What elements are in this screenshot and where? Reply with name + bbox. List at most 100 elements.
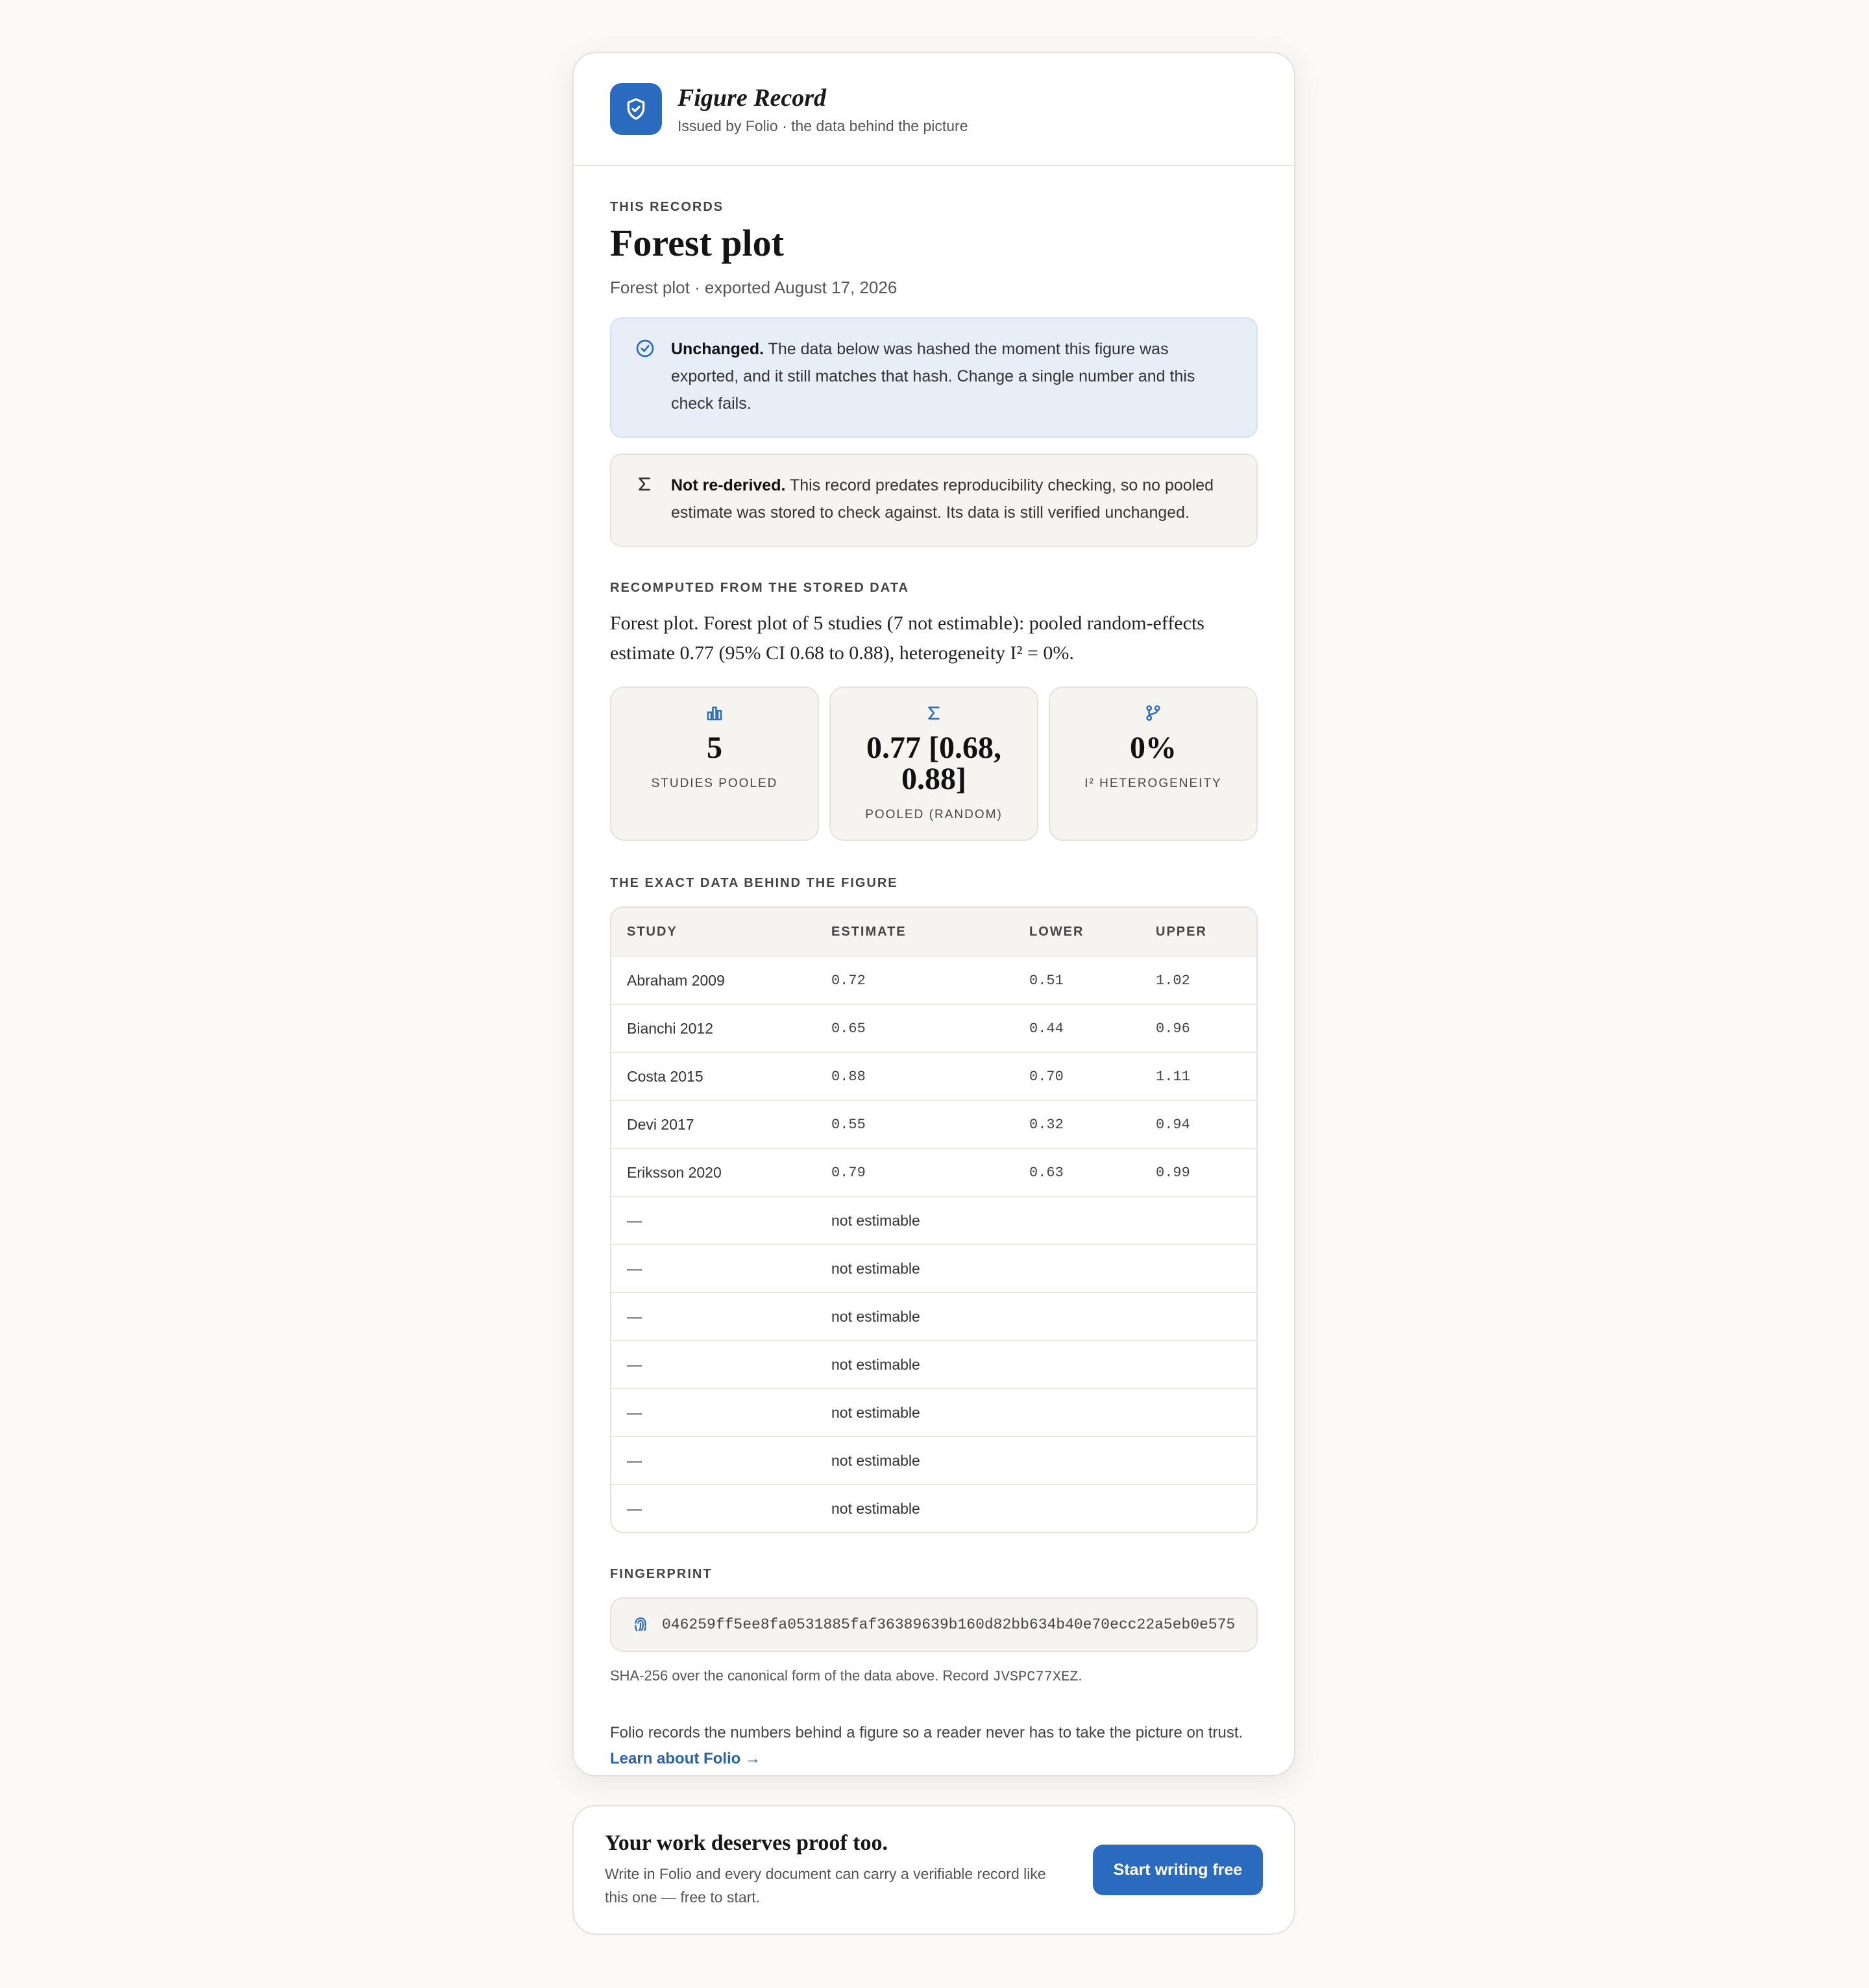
record-meta: Forest plot · exported August 17, 2026 (610, 278, 898, 297)
learn-about-folio-link[interactable]: Learn about Folio → (610, 1750, 761, 1767)
stats-row: 5 STUDIES POOLED 0.77 [0.68, 0.88] POOLE… (610, 686, 1258, 841)
cell-upper: 1.11 (1140, 1052, 1256, 1100)
cell-upper (1140, 1292, 1256, 1340)
page: Figure Record Issued by Folio · the data… (0, 0, 1869, 1988)
fingerprint-icon (631, 1615, 650, 1634)
stat-studies-pooled: 5 STUDIES POOLED (610, 686, 819, 841)
cell-estimate: not estimable (816, 1436, 1014, 1485)
start-writing-free-button[interactable]: Start writing free (1093, 1845, 1263, 1895)
cell-upper (1140, 1484, 1256, 1532)
cell-estimate: not estimable (816, 1244, 1014, 1292)
stat-value: 0.77 [0.68, 0.88] (866, 731, 1001, 796)
cell-estimate: 0.79 (816, 1148, 1014, 1196)
cell-estimate: not estimable (816, 1388, 1014, 1436)
stat-heterogeneity: 0% I² HETEROGENEITY (1049, 686, 1258, 841)
check-circle-icon (635, 335, 671, 420)
cell-study: — (611, 1388, 816, 1436)
sigma-icon (831, 703, 1037, 726)
sigma-icon (635, 472, 671, 529)
cell-estimate: 0.65 (816, 1004, 1014, 1052)
not-rederived-alert-text: Not re-derived. This record predates rep… (671, 472, 1220, 529)
table-row: — not estimable (611, 1244, 1256, 1292)
fingerprint-note-suffix: . (1078, 1667, 1082, 1684)
record-id: JVSPC77XEZ (992, 1669, 1079, 1685)
bar-chart-icon (611, 703, 818, 726)
cell-estimate: not estimable (816, 1196, 1014, 1244)
cell-upper: 0.96 (1140, 1004, 1256, 1052)
unchanged-alert-text: Unchanged. The data below was hashed the… (671, 335, 1220, 420)
column-header-upper: UPPER (1140, 908, 1256, 956)
cta-card: Your work deserves proof too. Write in F… (572, 1805, 1295, 1935)
fingerprint-note-prefix: SHA-256 over the canonical form of the d… (610, 1667, 993, 1684)
table-row: — not estimable (611, 1484, 1256, 1532)
cell-lower (1014, 1436, 1140, 1485)
shield-check-icon (610, 83, 662, 135)
table-row: — not estimable (611, 1196, 1256, 1244)
data-table: STUDY ESTIMATE LOWER UPPER Abraham 2009 … (610, 906, 1258, 1533)
cell-study: Devi 2017 (611, 1100, 816, 1148)
stat-label: STUDIES POOLED (651, 777, 778, 790)
card-header: Figure Record Issued by Folio · the data… (574, 53, 1294, 166)
fingerprint-note: SHA-256 over the canonical form of the d… (610, 1667, 1258, 1685)
cell-lower: 0.32 (1014, 1100, 1140, 1148)
cell-lower: 0.63 (1014, 1148, 1140, 1196)
cell-estimate: not estimable (816, 1292, 1014, 1340)
recomputed-summary: Forest plot. Forest plot of 5 studies (7… (610, 612, 1204, 664)
cell-upper (1140, 1244, 1256, 1292)
table-header-row: STUDY ESTIMATE LOWER UPPER (611, 908, 1256, 956)
column-header-lower: LOWER (1014, 908, 1140, 956)
cell-lower (1014, 1388, 1140, 1436)
cell-estimate: 0.72 (816, 956, 1014, 1004)
table-row: — not estimable (611, 1436, 1256, 1485)
record-eyebrow: THIS RECORDS (610, 200, 724, 214)
table-row: — not estimable (611, 1388, 1256, 1436)
table-row: Devi 2017 0.55 0.32 0.94 (611, 1100, 1256, 1148)
cell-upper (1140, 1388, 1256, 1436)
figure-record-card: Figure Record Issued by Folio · the data… (572, 52, 1295, 1776)
table-row: Costa 2015 0.88 0.70 1.11 (611, 1052, 1256, 1100)
cell-study: Bianchi 2012 (611, 1004, 816, 1052)
cell-upper: 1.02 (1140, 956, 1256, 1004)
cell-lower: 0.44 (1014, 1004, 1140, 1052)
cell-upper (1140, 1196, 1256, 1244)
unchanged-alert-lead: Unchanged. (671, 340, 764, 358)
stat-value: 5 (707, 731, 722, 765)
stat-value: 0% (1130, 731, 1177, 765)
cell-study: — (611, 1436, 816, 1485)
stat-pooled-random: 0.77 [0.68, 0.88] POOLED (RANDOM) (829, 686, 1038, 841)
table-row: Abraham 2009 0.72 0.51 1.02 (611, 956, 1256, 1004)
cell-estimate: 0.55 (816, 1100, 1014, 1148)
cell-lower: 0.70 (1014, 1052, 1140, 1100)
closing-text: Folio records the numbers behind a figur… (610, 1724, 1243, 1741)
closing-text-block: Folio records the numbers behind a figur… (610, 1720, 1258, 1772)
cell-lower (1014, 1292, 1140, 1340)
cta-subtitle: Write in Folio and every document can ca… (605, 1865, 1046, 1906)
fingerprint-hash: 046259ff5ee8fa0531885faf36389639b160d82b… (662, 1616, 1236, 1633)
cell-study: Abraham 2009 (611, 956, 816, 1004)
cell-study: Eriksson 2020 (611, 1148, 816, 1196)
cell-lower (1014, 1196, 1140, 1244)
not-rederived-alert-lead: Not re-derived. (671, 476, 786, 494)
cell-upper (1140, 1436, 1256, 1485)
table-row: Eriksson 2020 0.79 0.63 0.99 (611, 1148, 1256, 1196)
column-header-estimate: ESTIMATE (816, 908, 1014, 956)
recomputed-eyebrow: RECOMPUTED FROM THE STORED DATA (610, 581, 909, 595)
page-title: Forest plot (610, 222, 784, 264)
unchanged-alert: Unchanged. The data below was hashed the… (610, 317, 1258, 438)
card-body: THIS RECORDS Forest plot Forest plot · e… (574, 200, 1294, 1772)
cell-lower (1014, 1244, 1140, 1292)
table-row: — not estimable (611, 1340, 1256, 1388)
brand-title: Figure Record (678, 84, 827, 112)
branch-icon (1050, 703, 1256, 726)
cell-upper: 0.94 (1140, 1100, 1256, 1148)
fingerprint-box[interactable]: 046259ff5ee8fa0531885faf36389639b160d82b… (610, 1597, 1258, 1652)
cell-study: — (611, 1196, 816, 1244)
cell-study: — (611, 1244, 816, 1292)
table-eyebrow: THE EXACT DATA BEHIND THE FIGURE (610, 876, 898, 890)
column-header-study: STUDY (611, 908, 816, 956)
brand-subtitle: Issued by Folio · the data behind the pi… (678, 117, 968, 134)
cell-study: Costa 2015 (611, 1052, 816, 1100)
cell-estimate: not estimable (816, 1484, 1014, 1532)
cell-lower (1014, 1484, 1140, 1532)
fingerprint-eyebrow: FINGERPRINT (610, 1567, 713, 1581)
